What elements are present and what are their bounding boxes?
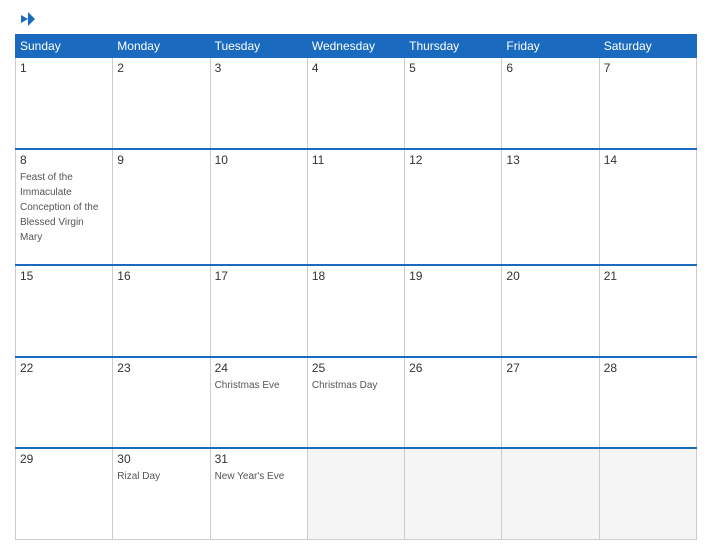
calendar-cell: 3	[210, 58, 307, 149]
day-number: 21	[604, 269, 692, 283]
calendar-cell: 25 Christmas Day	[307, 357, 404, 448]
day-number: 31	[215, 452, 303, 466]
day-number: 20	[506, 269, 594, 283]
day-number: 27	[506, 361, 594, 375]
calendar-cell: 17	[210, 265, 307, 356]
calendar-cell: 7	[599, 58, 696, 149]
calendar-cell: 6	[502, 58, 599, 149]
day-number: 10	[215, 153, 303, 167]
day-header-saturday: Saturday	[599, 35, 696, 58]
calendar-cell: 26	[405, 357, 502, 448]
event-label: Christmas Day	[312, 380, 378, 391]
day-header-wednesday: Wednesday	[307, 35, 404, 58]
day-header-thursday: Thursday	[405, 35, 502, 58]
calendar-cell	[405, 448, 502, 540]
calendar-cell: 1	[16, 58, 113, 149]
day-number: 22	[20, 361, 108, 375]
day-number: 1	[20, 61, 108, 75]
day-header-tuesday: Tuesday	[210, 35, 307, 58]
calendar-cell: 22	[16, 357, 113, 448]
calendar-cell: 13	[502, 149, 599, 265]
event-label: New Year's Eve	[215, 471, 285, 482]
day-number: 15	[20, 269, 108, 283]
calendar-cell: 29	[16, 448, 113, 540]
calendar-cell: 2	[113, 58, 210, 149]
logo	[15, 10, 39, 28]
calendar-cell: 16	[113, 265, 210, 356]
day-number: 14	[604, 153, 692, 167]
calendar-cell: 15	[16, 265, 113, 356]
calendar-cell: 21	[599, 265, 696, 356]
day-number: 30	[117, 452, 205, 466]
day-number: 9	[117, 153, 205, 167]
calendar-cell: 24 Christmas Eve	[210, 357, 307, 448]
day-number: 24	[215, 361, 303, 375]
day-number: 2	[117, 61, 205, 75]
day-number: 28	[604, 361, 692, 375]
calendar-cell: 18	[307, 265, 404, 356]
calendar-cell: 30 Rizal Day	[113, 448, 210, 540]
event-label: Christmas Eve	[215, 380, 280, 391]
header	[15, 10, 697, 28]
day-number: 5	[409, 61, 497, 75]
day-header-sunday: Sunday	[16, 35, 113, 58]
calendar-cell	[502, 448, 599, 540]
day-number: 4	[312, 61, 400, 75]
day-number: 19	[409, 269, 497, 283]
calendar-cell: 4	[307, 58, 404, 149]
day-number: 11	[312, 153, 400, 167]
calendar-week-row: 29 30 Rizal Day 31 New Year's Eve	[16, 448, 697, 540]
calendar-week-row: 22 23 24 Christmas Eve 25 Christmas Day 26 27 28	[16, 357, 697, 448]
logo-flag-icon	[19, 10, 37, 28]
day-number: 23	[117, 361, 205, 375]
calendar-cell: 12	[405, 149, 502, 265]
day-number: 25	[312, 361, 400, 375]
calendar-cell: 10	[210, 149, 307, 265]
day-number: 8	[20, 153, 108, 167]
page: SundayMondayTuesdayWednesdayThursdayFrid…	[0, 0, 712, 550]
day-number: 7	[604, 61, 692, 75]
calendar-week-row: 15 16 17 18 19 20 21	[16, 265, 697, 356]
day-number: 6	[506, 61, 594, 75]
day-number: 12	[409, 153, 497, 167]
day-number: 3	[215, 61, 303, 75]
calendar-cell	[599, 448, 696, 540]
day-header-monday: Monday	[113, 35, 210, 58]
day-number: 16	[117, 269, 205, 283]
calendar-cell: 11	[307, 149, 404, 265]
calendar-cell: 9	[113, 149, 210, 265]
day-number: 13	[506, 153, 594, 167]
calendar-week-row: 8 Feast of the Immaculate Conception of t…	[16, 149, 697, 265]
calendar-cell: 27	[502, 357, 599, 448]
calendar-cell: 28	[599, 357, 696, 448]
day-number: 26	[409, 361, 497, 375]
day-header-friday: Friday	[502, 35, 599, 58]
calendar-cell: 19	[405, 265, 502, 356]
day-number: 18	[312, 269, 400, 283]
calendar-header-row: SundayMondayTuesdayWednesdayThursdayFrid…	[16, 35, 697, 58]
calendar-cell: 8 Feast of the Immaculate Conception of t…	[16, 149, 113, 265]
event-label: Feast of the Immaculate Conception of th…	[20, 172, 98, 243]
calendar-cell: 14	[599, 149, 696, 265]
calendar-cell: 23	[113, 357, 210, 448]
calendar-table: SundayMondayTuesdayWednesdayThursdayFrid…	[15, 34, 697, 540]
calendar-week-row: 1234567	[16, 58, 697, 149]
calendar-cell: 20	[502, 265, 599, 356]
day-number: 29	[20, 452, 108, 466]
day-number: 17	[215, 269, 303, 283]
calendar-cell: 5	[405, 58, 502, 149]
calendar-cell: 31 New Year's Eve	[210, 448, 307, 540]
calendar-cell	[307, 448, 404, 540]
event-label: Rizal Day	[117, 471, 160, 482]
